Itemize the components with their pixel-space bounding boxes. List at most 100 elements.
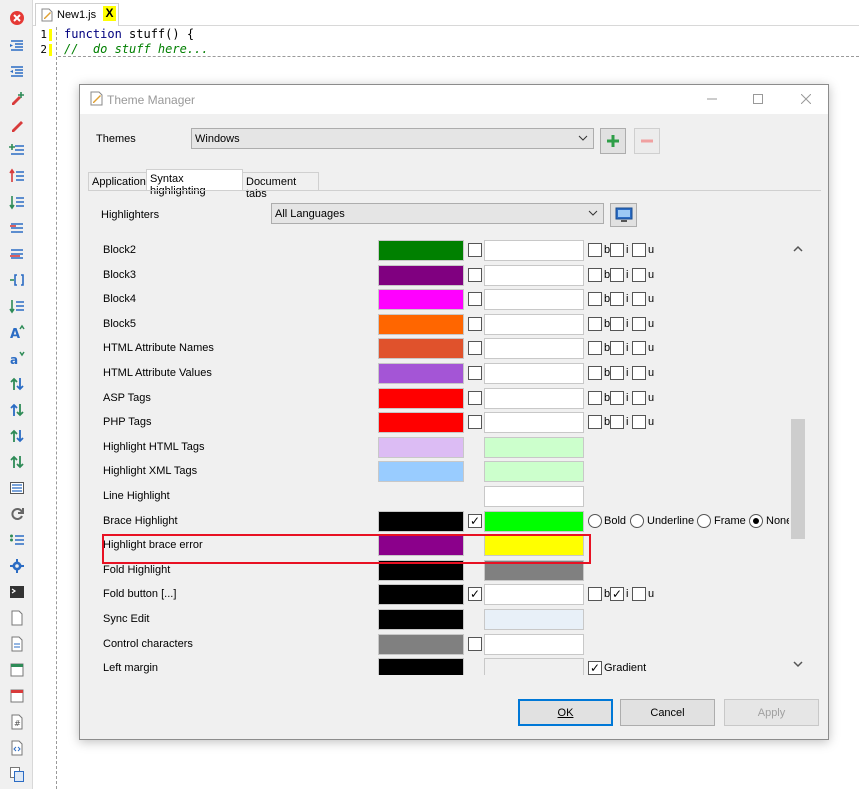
foreground-checkbox[interactable] [468,243,482,257]
outdent-icon[interactable] [6,61,27,82]
foreground-color-swatch[interactable] [378,264,464,286]
background-color-swatch[interactable] [484,633,584,655]
style-b-checkbox[interactable] [588,587,602,602]
background-color-swatch[interactable] [484,510,584,532]
close-button[interactable] [796,90,816,108]
tab-close-button[interactable]: X [103,6,116,21]
terminal-icon[interactable] [6,581,27,602]
foreground-color-swatch[interactable] [378,609,464,630]
uppercase-icon[interactable]: A [6,321,27,342]
foreground-color-swatch[interactable] [378,313,464,335]
style-u-checkbox[interactable] [632,390,646,405]
foreground-checkbox[interactable] [468,267,482,282]
background-color-swatch[interactable] [484,387,584,409]
radio-frame[interactable] [697,513,711,528]
move-up-icon[interactable] [6,425,27,446]
scroll-down-icon[interactable] [793,659,803,669]
highlighters-select[interactable]: All Languages [271,203,604,224]
ok-button[interactable]: OK [518,699,613,726]
swap-case-icon[interactable] [6,373,27,394]
refresh-icon[interactable] [6,503,27,524]
background-color-swatch[interactable] [484,240,584,261]
style-i-checkbox[interactable] [610,292,624,307]
apply-button[interactable]: Apply [724,699,819,726]
style-i-checkbox[interactable]: ✓ [610,587,624,602]
style-u-checkbox[interactable] [632,366,646,380]
foreground-color-swatch[interactable] [378,584,464,606]
foreground-color-swatch[interactable] [378,412,464,434]
highlighter-row[interactable]: ASP Tags b i u [99,386,789,410]
radio-none[interactable] [749,513,763,528]
highlighter-row[interactable]: Left margin ✓ Gradient [99,656,789,675]
background-color-swatch[interactable] [484,584,584,606]
style-b-checkbox[interactable] [588,341,602,356]
foreground-checkbox[interactable] [468,341,482,356]
style-b-checkbox[interactable] [588,316,602,331]
document-red-icon[interactable] [6,685,27,706]
highlighter-row[interactable]: Block2 b i u [99,238,789,262]
style-i-checkbox[interactable] [610,366,624,380]
foreground-color-swatch[interactable] [378,363,464,384]
style-u-checkbox[interactable] [632,267,646,282]
minimize-button[interactable] [702,90,722,108]
background-color-swatch[interactable] [484,436,584,458]
document-tab[interactable]: New1.js X [35,3,119,26]
foreground-color-swatch[interactable] [378,240,464,261]
indent-icon[interactable] [6,35,27,56]
copy-document-icon[interactable] [6,763,27,784]
style-u-checkbox[interactable] [632,243,646,257]
highlighter-row[interactable]: HTML Attribute Names b i u [99,336,789,360]
highlighter-row[interactable]: Brace Highlight ✓ Bold Underline Frame None [99,509,789,533]
maximize-button[interactable] [748,90,768,108]
style-b-checkbox[interactable] [588,243,602,257]
style-i-checkbox[interactable] [610,243,624,257]
style-b-checkbox[interactable] [588,390,602,405]
gradient-checkbox[interactable]: ✓ [588,661,602,675]
lowercase-icon[interactable]: a [6,347,27,368]
join-lines-icon[interactable] [6,243,27,264]
code-document-icon[interactable] [6,737,27,758]
highlighter-row[interactable]: Fold button [...] ✓ b ✓ i u [99,582,789,606]
list-icon[interactable] [6,529,27,550]
highlighter-row[interactable]: Highlight XML Tags [99,459,789,483]
background-color-swatch[interactable] [484,486,584,507]
move-down-icon[interactable] [6,451,27,472]
move-lines-icon[interactable] [6,399,27,420]
highlighter-row[interactable]: Line Highlight [99,484,789,508]
foreground-checkbox[interactable] [468,390,482,405]
foreground-color-swatch[interactable] [378,510,464,532]
highlighter-row[interactable]: Block5 b i u [99,312,789,336]
style-b-checkbox[interactable] [588,292,602,307]
style-u-checkbox[interactable] [632,316,646,331]
foreground-color-swatch[interactable] [378,338,464,360]
style-i-checkbox[interactable] [610,267,624,282]
tab-syntax-highlighting[interactable]: Syntax highlighting [146,169,243,197]
foreground-checkbox[interactable] [468,415,482,430]
style-i-checkbox[interactable] [610,415,624,430]
background-color-swatch[interactable] [484,313,584,335]
themes-select[interactable]: Windows [191,128,594,149]
add-theme-button[interactable] [600,128,626,154]
scrollbar-thumb[interactable] [791,419,805,539]
marker-icon[interactable] [6,113,27,134]
remove-theme-button[interactable] [634,128,660,154]
grid-scrollbar[interactable] [789,238,807,675]
background-color-swatch[interactable] [484,461,584,483]
highlighter-row[interactable]: Control characters [99,632,789,656]
highlighter-row[interactable]: Highlight HTML Tags [99,435,789,459]
gear-icon[interactable] [6,555,27,576]
char-map-icon[interactable] [6,477,27,498]
style-i-checkbox[interactable] [610,390,624,405]
background-color-swatch[interactable] [484,264,584,286]
background-color-swatch[interactable] [484,609,584,630]
foreground-color-swatch[interactable] [378,633,464,655]
highlighter-row[interactable]: Block4 b i u [99,287,789,311]
hash-document-icon[interactable]: # [6,711,27,732]
foreground-color-swatch[interactable] [378,658,464,675]
document-icon[interactable] [6,607,27,628]
background-color-swatch[interactable] [484,363,584,384]
add-bookmark-icon[interactable] [6,87,27,108]
brackets-icon[interactable] [6,269,27,290]
foreground-checkbox[interactable] [468,366,482,380]
tab-document-tabs[interactable]: Document tabs [242,172,319,200]
